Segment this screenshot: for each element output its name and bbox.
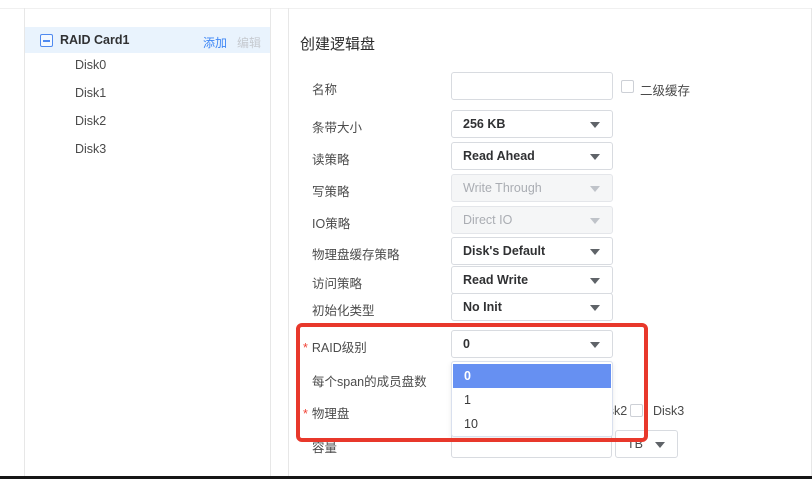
access-policy-label: 访问策略 xyxy=(312,273,447,292)
page-title: 创建逻辑盘 xyxy=(300,33,375,54)
capacity-unit-value: TB xyxy=(627,437,643,451)
read-policy-value: Read Ahead xyxy=(463,149,535,163)
stripe-size-value: 256 KB xyxy=(463,117,505,131)
main-panel-left-border xyxy=(288,8,289,476)
sidebar-left-border xyxy=(24,8,25,476)
dropdown-option-0[interactable]: 0 xyxy=(453,364,611,388)
dropdown-option-1[interactable]: 1 xyxy=(453,388,611,412)
chevron-down-icon xyxy=(590,342,600,348)
dropdown-option-10[interactable]: 10 xyxy=(453,412,611,436)
init-type-value: No Init xyxy=(463,300,502,314)
disk-cache-policy-label: 物理盘缓存策略 xyxy=(312,244,447,263)
physical-disks-label-wrap: * 物理盘 xyxy=(303,403,438,422)
collapse-minus-icon[interactable] xyxy=(40,34,53,47)
capacity-label: 容量 xyxy=(312,437,447,456)
chevron-down-icon xyxy=(590,249,600,255)
secondary-cache-label: 二级缓存 xyxy=(640,80,690,99)
sidebar-item-disk0[interactable]: Disk0 xyxy=(75,58,106,76)
stripe-size-select[interactable]: 256 KB xyxy=(451,110,613,138)
disk3-checkbox-label: Disk3 xyxy=(653,404,684,418)
disk-cache-policy-select[interactable]: Disk's Default xyxy=(451,237,613,265)
stripe-size-label: 条带大小 xyxy=(312,117,447,136)
access-policy-value: Read Write xyxy=(463,273,528,287)
top-divider xyxy=(0,8,812,9)
chevron-down-icon xyxy=(590,278,600,284)
add-link[interactable]: 添加 xyxy=(203,34,227,51)
read-policy-select[interactable]: Read Ahead xyxy=(451,142,613,170)
chevron-down-icon xyxy=(590,305,600,311)
sidebar-item-disk3[interactable]: Disk3 xyxy=(75,142,106,160)
chevron-down-icon xyxy=(590,186,600,192)
required-asterisk: * xyxy=(303,341,308,355)
chevron-down-icon xyxy=(590,154,600,160)
raid-level-select[interactable]: 0 xyxy=(451,330,613,358)
name-input[interactable] xyxy=(451,72,613,100)
chevron-down-icon xyxy=(590,218,600,224)
disk-cache-policy-value: Disk's Default xyxy=(463,244,545,258)
raid-level-value: 0 xyxy=(463,337,470,351)
io-policy-select: Direct IO xyxy=(451,206,613,234)
read-policy-label: 读策略 xyxy=(312,149,447,168)
required-asterisk: * xyxy=(303,407,308,421)
sidebar-item-disk1[interactable]: Disk1 xyxy=(75,86,106,104)
access-policy-select[interactable]: Read Write xyxy=(451,266,613,294)
physical-disks-label: 物理盘 xyxy=(312,407,350,421)
raid-config-page: RAID Card1 添加 编辑 Disk0 Disk1 Disk2 Disk3… xyxy=(0,0,812,479)
name-field-label: 名称 xyxy=(312,79,447,98)
raid-level-label-wrap: * RAID级别 xyxy=(303,337,438,356)
io-policy-value: Direct IO xyxy=(463,213,512,227)
chevron-down-icon xyxy=(655,442,665,448)
write-policy-label: 写策略 xyxy=(312,181,447,200)
chevron-down-icon xyxy=(590,122,600,128)
raid-card-label: RAID Card1 xyxy=(60,33,129,47)
write-policy-value: Write Through xyxy=(463,181,542,195)
write-policy-select: Write Through xyxy=(451,174,613,202)
capacity-unit-select[interactable]: TB xyxy=(615,430,678,458)
sidebar-item-raid-card[interactable]: RAID Card1 添加 编辑 xyxy=(25,27,270,53)
disk3-checkbox[interactable] xyxy=(630,404,643,417)
io-policy-label: IO策略 xyxy=(312,213,447,232)
init-type-label: 初始化类型 xyxy=(312,300,447,319)
sidebar-item-disk2[interactable]: Disk2 xyxy=(75,114,106,132)
edit-link[interactable]: 编辑 xyxy=(237,34,261,51)
sidebar-right-border xyxy=(270,8,271,476)
span-member-disks-label: 每个span的成员盘数 xyxy=(312,371,462,390)
raid-level-label: RAID级别 xyxy=(312,341,367,355)
secondary-cache-checkbox[interactable] xyxy=(621,80,634,93)
init-type-select[interactable]: No Init xyxy=(451,293,613,321)
raid-level-dropdown-menu: 0 1 10 xyxy=(451,361,613,437)
